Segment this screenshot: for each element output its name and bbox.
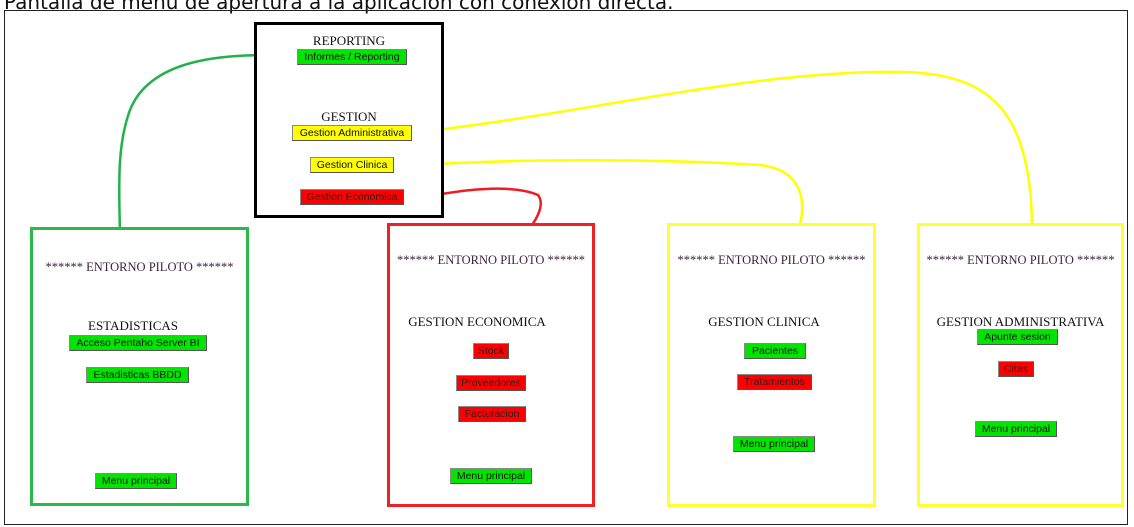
panel-economica: ****** ENTORNO PILOTO ****** GESTION ECO…: [387, 223, 595, 507]
pacientes-button[interactable]: Pacientes: [744, 343, 806, 359]
panel-clinica-title: GESTION CLINICA: [708, 314, 820, 329]
panel-economica-header: ****** ENTORNO PILOTO ******: [396, 253, 586, 267]
gestion-admin-button[interactable]: Gestion Administrativa: [292, 125, 412, 141]
reporting-title: REPORTING: [312, 33, 386, 48]
stock-button[interactable]: Stock: [473, 343, 509, 359]
panel-clinica-header: ****** ENTORNO PILOTO ******: [677, 253, 866, 267]
panel-administrativa-header: ****** ENTORNO PILOTO ******: [926, 253, 1115, 267]
citas-button[interactable]: Citas: [998, 361, 1034, 377]
panel-estadisticas-title: ESTADISTICAS: [88, 318, 178, 333]
panel-estadisticas: ****** ENTORNO PILOTO ****** ESTADISTICA…: [30, 227, 249, 506]
pentaho-button[interactable]: Acceso Pentaho Server BI: [69, 335, 207, 351]
facturacion-button[interactable]: Facturacion: [458, 406, 526, 422]
clinica-menu-principal-button[interactable]: Menu principal: [733, 436, 815, 452]
panel-estadisticas-header: ****** ENTORNO PILOTO ******: [45, 260, 234, 274]
proveedores-button[interactable]: Proveedores: [456, 375, 526, 391]
estadisticas-menu-principal-button[interactable]: Menu principal: [95, 473, 177, 489]
panel-administrativa: ****** ENTORNO PILOTO ****** GESTION ADM…: [917, 223, 1124, 507]
main-menu-panel: REPORTING Informes / Reporting GESTION G…: [254, 22, 444, 218]
economica-menu-principal-button[interactable]: Menu principal: [450, 468, 532, 484]
tratamientos-button[interactable]: Tratamientos: [737, 374, 812, 390]
gestion-clinica-button[interactable]: Gestion Clinica: [310, 157, 394, 173]
apunte-sesion-button[interactable]: Apunte sesion: [977, 329, 1058, 345]
reporting-button[interactable]: Informes / Reporting: [297, 49, 407, 65]
panel-administrativa-title: GESTION ADMINISTRATIVA: [936, 314, 1105, 329]
gestion-economica-button[interactable]: Gestion Economica: [300, 189, 404, 205]
administrativa-menu-principal-button[interactable]: Menu principal: [975, 421, 1057, 437]
estadisticas-bbdd-button[interactable]: Estadisticas BBDD: [86, 367, 189, 383]
panel-economica-title: GESTION ECONOMICA: [408, 314, 546, 329]
panel-clinica: ****** ENTORNO PILOTO ****** GESTION CLI…: [667, 223, 876, 507]
gestion-title: GESTION: [321, 109, 377, 124]
